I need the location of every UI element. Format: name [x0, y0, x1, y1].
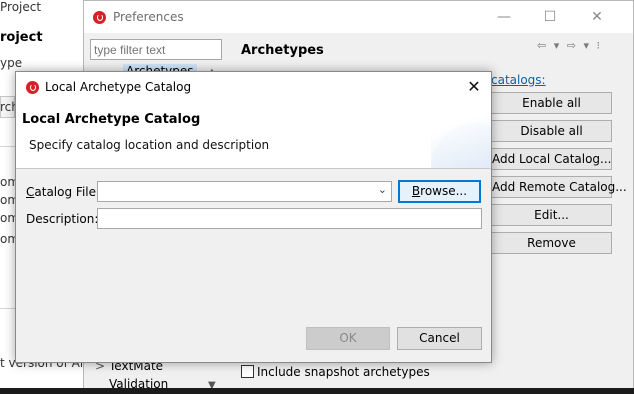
add-remote-catalog-button[interactable]: Add Remote Catalog...: [491, 176, 627, 198]
maximize-button[interactable]: ☐: [535, 7, 565, 27]
snapshot-checkbox[interactable]: [241, 365, 254, 378]
dialog-titlebar[interactable]: Local Archetype Catalog ✕: [16, 72, 491, 103]
eclipse-app-icon: [26, 81, 39, 94]
ok-button[interactable]: OK: [306, 327, 390, 350]
project-heading: roject: [0, 30, 43, 45]
enable-all-button[interactable]: Enable all: [491, 92, 612, 114]
dialog-description: Specify catalog location and description: [29, 138, 270, 152]
description-input[interactable]: [97, 208, 482, 229]
project-view-label: Project: [0, 0, 42, 14]
dialog-header-banner: Local Archetype Catalog Specify catalog …: [16, 103, 491, 169]
catalog-file-combo[interactable]: ⌄: [97, 181, 392, 202]
navigation-arrows-icon[interactable]: ⇦ ▾ ⇨ ▾ ⁝: [537, 39, 602, 52]
snapshot-label: Include snapshot archetypes: [257, 365, 430, 379]
catalog-file-label: Catalog File:: [26, 185, 100, 199]
close-button[interactable]: ✕: [582, 7, 612, 27]
dialog-heading: Local Archetype Catalog: [22, 112, 201, 127]
catalogs-link[interactable]: catalogs:: [491, 73, 546, 87]
eclipse-app-icon: [93, 11, 106, 24]
description-label: Description:: [26, 212, 99, 226]
preferences-titlebar[interactable]: Preferences — ☐ ✕: [84, 1, 633, 33]
disable-all-button[interactable]: Disable all: [491, 120, 612, 142]
dialog-title: Local Archetype Catalog: [45, 80, 192, 94]
cancel-button[interactable]: Cancel: [397, 327, 482, 350]
filter-input[interactable]: [90, 39, 222, 60]
local-archetype-dialog: Local Archetype Catalog ✕ Local Archetyp…: [15, 71, 492, 363]
remove-button[interactable]: Remove: [491, 232, 612, 254]
banner-graphic: [431, 108, 491, 168]
dialog-close-icon[interactable]: ✕: [461, 76, 487, 98]
preferences-title: Preferences: [113, 10, 184, 24]
browse-label-rest: rowse...: [420, 184, 468, 198]
snapshot-row[interactable]: Include snapshot archetypes: [241, 365, 430, 379]
browse-mnemonic: B: [411, 184, 421, 198]
background-separator: [0, 146, 15, 147]
chevron-down-icon[interactable]: ⌄: [378, 183, 387, 196]
add-local-catalog-button[interactable]: Add Local Catalog...: [491, 148, 612, 170]
page-title: Archetypes: [241, 43, 324, 58]
browse-button[interactable]: Browse...: [398, 180, 481, 203]
catalog-file-label-rest: atalog File:: [34, 185, 101, 199]
taskbar: [0, 388, 634, 394]
edit-button[interactable]: Edit...: [491, 204, 612, 226]
minimize-button[interactable]: —: [489, 7, 519, 27]
type-label: ype: [0, 56, 23, 70]
